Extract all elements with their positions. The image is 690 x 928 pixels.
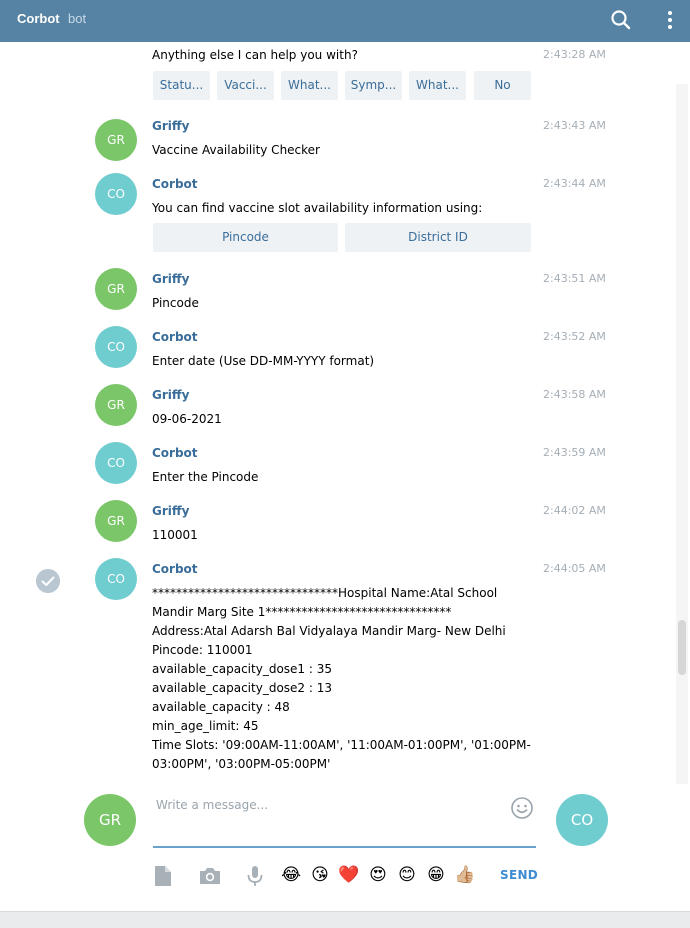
chat-title[interactable]: Corbot bbox=[17, 11, 60, 26]
keyboard-button-symptoms[interactable]: Symp... bbox=[345, 71, 402, 100]
emoji-blush-icon[interactable]: 😊 bbox=[396, 864, 418, 886]
keyboard-button-district-id[interactable]: District ID bbox=[345, 223, 531, 252]
scrollbar-thumb[interactable] bbox=[678, 620, 686, 675]
message-line: Time Slots: '09:00AM-11:00AM', '11:00AM-… bbox=[152, 738, 531, 752]
message-input[interactable] bbox=[153, 794, 536, 848]
message-item[interactable]: CO Corbot 2:43:52 AM Enter date (Use DD-… bbox=[0, 326, 690, 380]
message-author[interactable]: Corbot bbox=[152, 330, 198, 344]
keyboard-button-pincode[interactable]: Pincode bbox=[153, 223, 338, 252]
message-item[interactable]: CO Corbot 2:43:59 AM Enter the Pincode bbox=[0, 442, 690, 496]
my-avatar[interactable]: GR bbox=[84, 794, 136, 846]
chat-subtitle: bot bbox=[68, 11, 87, 26]
message-author[interactable]: Corbot bbox=[152, 446, 198, 460]
emoji-joy-icon[interactable]: 😂 bbox=[280, 864, 302, 886]
message-item[interactable]: GR Griffy 2:43:51 AM Pincode bbox=[0, 268, 690, 322]
message-text: *******************************Hospital … bbox=[152, 584, 532, 774]
message-text: Vaccine Availability Checker bbox=[152, 143, 320, 157]
message-author[interactable]: Corbot bbox=[152, 177, 198, 191]
avatar[interactable]: GR bbox=[95, 119, 137, 161]
message-text: Enter date (Use DD-MM-YYYY format) bbox=[152, 354, 375, 368]
emoji-thumbs-up-icon[interactable]: 👍🏼 bbox=[454, 864, 476, 886]
message-author[interactable]: Griffy bbox=[152, 388, 189, 402]
message-line: 03:00PM', '03:00PM-05:00PM' bbox=[152, 757, 331, 771]
message-item[interactable]: GR Griffy 2:43:58 AM 09-06-2021 bbox=[0, 384, 690, 438]
avatar[interactable]: GR bbox=[95, 500, 137, 542]
message-time: 2:44:02 AM bbox=[543, 504, 606, 517]
avatar[interactable]: CO bbox=[95, 558, 137, 600]
keyboard-button-vaccine[interactable]: Vacci... bbox=[217, 71, 274, 100]
message-time: 2:43:52 AM bbox=[543, 330, 606, 343]
message-composer: GR CO 😂 😘 ❤️ 😍 😊 😁 👍🏼 SEND bbox=[0, 784, 690, 928]
message-time: 2:43:28 AM bbox=[543, 48, 606, 61]
message-line: Mandir Marg Site 1**********************… bbox=[152, 605, 452, 619]
message-text: Pincode bbox=[152, 296, 199, 310]
window-status-bar bbox=[0, 911, 690, 928]
message-text: 110001 bbox=[152, 528, 198, 542]
keyboard-button-status[interactable]: Statu... bbox=[153, 71, 210, 100]
message-time: 2:43:59 AM bbox=[543, 446, 606, 459]
peer-avatar[interactable]: CO bbox=[556, 794, 608, 846]
avatar[interactable]: CO bbox=[95, 173, 137, 215]
avatar[interactable]: GR bbox=[95, 268, 137, 310]
message-author[interactable]: Griffy bbox=[152, 272, 189, 286]
microphone-icon[interactable] bbox=[243, 864, 267, 888]
keyboard-button-what-1[interactable]: What... bbox=[281, 71, 338, 100]
message-item[interactable]: GR Griffy 2:43:43 AM Vaccine Availabilit… bbox=[0, 119, 690, 169]
message-author[interactable]: Griffy bbox=[152, 119, 189, 133]
emoji-kiss-icon[interactable]: 😘 bbox=[309, 864, 331, 886]
message-time: 2:44:05 AM bbox=[543, 562, 606, 575]
message-text: 09-06-2021 bbox=[152, 412, 222, 426]
emoji-smile-icon[interactable] bbox=[510, 796, 534, 820]
emoji-heart-icon[interactable]: ❤️ bbox=[338, 864, 360, 886]
message-line: available_capacity : 48 bbox=[152, 700, 290, 714]
camera-icon[interactable] bbox=[198, 864, 222, 888]
message-author[interactable]: Griffy bbox=[152, 504, 189, 518]
keyboard-button-no[interactable]: No bbox=[474, 71, 531, 100]
message-item[interactable]: CO Corbot 2:43:44 AM You can find vaccin… bbox=[0, 173, 690, 257]
message-line: available_capacity_dose2 : 13 bbox=[152, 681, 332, 695]
message-line: min_age_limit: 45 bbox=[152, 719, 259, 733]
message-time: 2:43:43 AM bbox=[543, 119, 606, 132]
avatar[interactable]: CO bbox=[95, 442, 137, 484]
message-item[interactable]: CO Corbot 2:44:05 AM *******************… bbox=[0, 558, 690, 777]
chat-header: Corbot bot bbox=[0, 0, 690, 42]
message-author[interactable]: Corbot bbox=[152, 562, 198, 576]
message-line: *******************************Hospital … bbox=[152, 586, 498, 600]
message-item[interactable]: Anything else I can help you with? 2:43:… bbox=[0, 46, 690, 106]
emoji-grin-icon[interactable]: 😁 bbox=[425, 864, 447, 886]
message-item[interactable]: GR Griffy 2:44:02 AM 110001 bbox=[0, 500, 690, 554]
message-line: available_capacity_dose1 : 35 bbox=[152, 662, 332, 676]
avatar[interactable]: GR bbox=[95, 384, 137, 426]
attach-file-icon[interactable] bbox=[151, 864, 175, 888]
message-history[interactable]: Anything else I can help you with? 2:43:… bbox=[0, 42, 690, 784]
message-text: Enter the Pincode bbox=[152, 470, 259, 484]
search-icon[interactable] bbox=[609, 8, 633, 32]
message-time: 2:43:44 AM bbox=[543, 177, 606, 190]
emoji-heart-eyes-icon[interactable]: 😍 bbox=[367, 864, 389, 886]
message-text: Anything else I can help you with? bbox=[152, 48, 358, 62]
message-time: 2:43:58 AM bbox=[543, 388, 606, 401]
keyboard-button-what-2[interactable]: What... bbox=[409, 71, 466, 100]
more-options-icon[interactable] bbox=[662, 8, 678, 32]
send-button[interactable]: SEND bbox=[500, 868, 538, 882]
message-line: Address:Atal Adarsh Bal Vidyalaya Mandir… bbox=[152, 624, 506, 638]
message-line: Pincode: 110001 bbox=[152, 643, 253, 657]
message-time: 2:43:51 AM bbox=[543, 272, 606, 285]
avatar[interactable]: CO bbox=[95, 326, 137, 368]
message-text: You can find vaccine slot availability i… bbox=[152, 201, 483, 215]
